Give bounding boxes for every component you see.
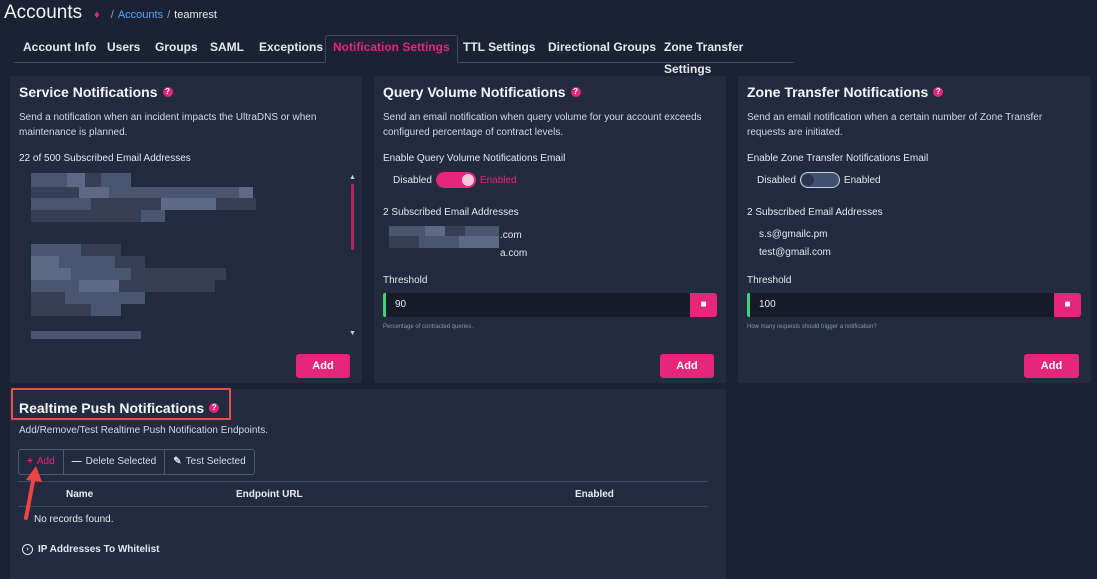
toggle-off-label: Disabled <box>757 174 796 186</box>
edit-icon: ✎ <box>173 456 182 467</box>
annotation-arrow-icon <box>24 466 42 520</box>
tab-users[interactable]: Users <box>107 36 140 63</box>
tab-account-info[interactable]: Account Info <box>23 36 96 63</box>
email-item: test@gmail.com <box>759 247 831 258</box>
annotation-highlight <box>11 388 231 420</box>
query-notifications-toggle[interactable] <box>435 172 476 188</box>
save-threshold-button[interactable]: ■ <box>690 293 717 317</box>
page-header: Accounts ♦ / Accounts / teamrest <box>4 2 217 24</box>
chevron-right-icon: › <box>22 544 33 555</box>
save-icon: ■ <box>700 299 707 310</box>
scroll-down-icon[interactable]: ▼ <box>349 330 356 337</box>
card-title: Query Volume Notifications ? <box>383 84 581 100</box>
save-threshold-button[interactable]: ■ <box>1054 293 1081 317</box>
card-title: Service Notifications ? <box>19 84 173 100</box>
enable-label: Enable Zone Transfer Notifications Email <box>747 153 929 164</box>
card-description: Send a notification when an incident imp… <box>19 112 317 138</box>
tab-zone-transfer-settings[interactable]: Zone Transfer Settings <box>664 36 794 76</box>
card-description: Send an email notification when a certai… <box>747 112 1043 138</box>
column-header-endpoint-url[interactable]: Endpoint URL <box>236 489 303 500</box>
tab-exceptions[interactable]: Exceptions <box>259 36 323 63</box>
zone-transfer-card: Zone Transfer Notifications ? Send an em… <box>738 76 1091 383</box>
threshold-input[interactable]: 90 <box>383 293 691 317</box>
enable-label: Enable Query Volume Notifications Email <box>383 153 566 164</box>
column-header-enabled[interactable]: Enabled <box>575 489 614 500</box>
email-item: .com <box>500 230 522 241</box>
help-icon[interactable]: ? <box>933 87 944 97</box>
threshold-help: How many requests should trigger a notif… <box>747 324 877 330</box>
minus-icon: — <box>71 456 82 467</box>
toggle-on-label: Enabled <box>479 174 517 186</box>
card-description: Send an email notification when query vo… <box>383 112 702 138</box>
subscribed-count: 22 of 500 Subscribed Email Addresses <box>19 153 191 164</box>
service-notifications-card: Service Notifications ? Send a notificat… <box>10 76 362 383</box>
endpoint-actions: + Add — Delete Selected ✎ Test Selected <box>18 449 255 475</box>
query-toggle-row: Disabled Enabled <box>393 172 517 188</box>
delete-selected-button[interactable]: — Delete Selected <box>64 450 166 474</box>
threshold-label: Threshold <box>747 275 792 286</box>
page-title: Accounts <box>4 2 83 23</box>
tab-bar: Account Info Users Groups SAML Exception… <box>14 35 794 76</box>
toggle-off-label: Disabled <box>393 174 432 186</box>
threshold-help: Percentage of contracted queries. <box>383 324 474 330</box>
ip-whitelist-toggle[interactable]: › IP Addresses To Whitelist <box>22 544 160 555</box>
endpoints-table-header: Name Endpoint URL Enabled <box>18 481 708 507</box>
add-query-email-button[interactable]: Add <box>660 354 714 378</box>
email-item: a.com <box>500 248 528 259</box>
tab-saml[interactable]: SAML <box>210 36 244 63</box>
email-item: s.s@gmailc.pm <box>759 229 828 240</box>
zone-toggle-row: Disabled Enabled <box>757 172 881 188</box>
test-selected-button[interactable]: ✎ Test Selected <box>165 450 253 474</box>
zone-notifications-toggle[interactable] <box>799 172 840 188</box>
save-icon: ■ <box>1064 299 1071 310</box>
help-icon[interactable]: ? <box>570 87 581 97</box>
tab-notification-settings[interactable]: Notification Settings <box>325 35 458 63</box>
subscribed-count: 2 Subscribed Email Addresses <box>383 207 519 218</box>
add-service-email-button[interactable]: Add <box>296 354 350 378</box>
tab-directional-groups[interactable]: Directional Groups <box>548 36 656 63</box>
home-icon[interactable]: ♦ <box>94 9 100 21</box>
card-description: Add/Remove/Test Realtime Push Notificati… <box>19 425 269 436</box>
threshold-input[interactable]: 100 <box>747 293 1055 317</box>
subscribed-count: 2 Subscribed Email Addresses <box>747 207 883 218</box>
toggle-on-label: Enabled <box>843 174 881 186</box>
tab-ttl-settings[interactable]: TTL Settings <box>463 36 535 63</box>
breadcrumb-separator: / <box>167 9 171 21</box>
query-volume-card: Query Volume Notifications ? Send an ema… <box>374 76 726 383</box>
column-header-name[interactable]: Name <box>66 489 93 500</box>
breadcrumb-current: teamrest <box>174 9 217 21</box>
breadcrumb-accounts-link[interactable]: Accounts <box>118 9 163 21</box>
breadcrumb: ♦ / Accounts / teamrest <box>94 9 217 21</box>
help-icon[interactable]: ? <box>162 87 173 97</box>
scroll-thumb[interactable] <box>351 184 354 250</box>
threshold-label: Threshold <box>383 275 428 286</box>
add-zone-email-button[interactable]: Add <box>1024 354 1079 378</box>
card-title: Zone Transfer Notifications ? <box>747 84 944 100</box>
scroll-up-icon[interactable]: ▲ <box>349 174 356 181</box>
email-list-scrollbar[interactable]: ▲ ▼ <box>349 174 356 344</box>
breadcrumb-separator: / <box>110 9 114 21</box>
tab-groups[interactable]: Groups <box>155 36 198 63</box>
